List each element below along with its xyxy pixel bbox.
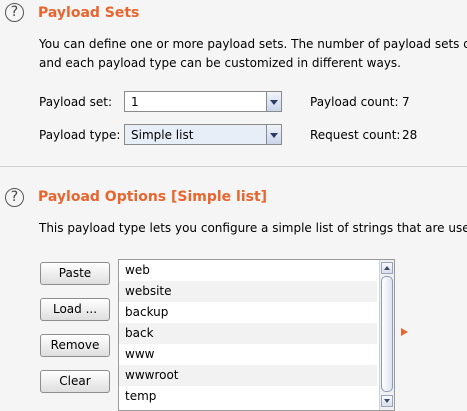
payload-set-value: 1 [131,95,139,109]
scroll-thumb[interactable] [381,276,393,392]
payload-set-label: Payload set: [39,95,112,109]
payload-type-label: Payload type: [39,128,121,142]
paste-button[interactable]: Paste [40,262,110,285]
help-icon[interactable]: ? [5,188,24,207]
payload-options-description: This payload type lets you configure a s… [39,221,467,235]
payload-count-value: 7 [402,95,410,109]
list-item[interactable]: wwwroot [119,365,377,386]
request-count-value: 28 [402,128,418,142]
request-count-label: Request count: [310,128,401,142]
list-item[interactable]: www [119,344,377,365]
list-scrollbar[interactable] [379,260,394,410]
payload-options-title: Payload Options [Simple list] [38,189,268,205]
load-button[interactable]: Load ... [40,298,110,321]
list-item[interactable]: back [119,323,377,344]
dropdown-arrow-icon[interactable] [266,125,281,144]
payload-sets-description-line1: You can define one or more payload sets.… [39,37,467,51]
payload-type-select[interactable]: Simple list [124,124,282,145]
payload-count-label: Payload count: [310,95,399,109]
list-item[interactable]: web [119,260,377,281]
list-item[interactable]: website [119,281,377,302]
remove-button[interactable]: Remove [40,334,110,357]
payload-list[interactable]: web website backup back www wwwroot temp [118,259,395,411]
payload-sets-title: Payload Sets [38,5,140,21]
clear-button[interactable]: Clear [40,370,110,393]
payload-type-value: Simple list [131,128,194,142]
payload-set-select[interactable]: 1 [124,91,282,112]
scroll-up-icon[interactable] [381,262,393,274]
dropdown-arrow-icon[interactable] [266,92,281,111]
list-item[interactable]: temp [119,386,377,407]
list-item[interactable]: backup [119,302,377,323]
section-divider [0,166,467,167]
scroll-down-icon[interactable] [381,395,393,407]
help-icon[interactable]: ? [5,3,24,22]
expand-arrow-icon[interactable] [401,328,408,336]
payload-sets-description-line2: and each payload type can be customized … [39,56,401,70]
